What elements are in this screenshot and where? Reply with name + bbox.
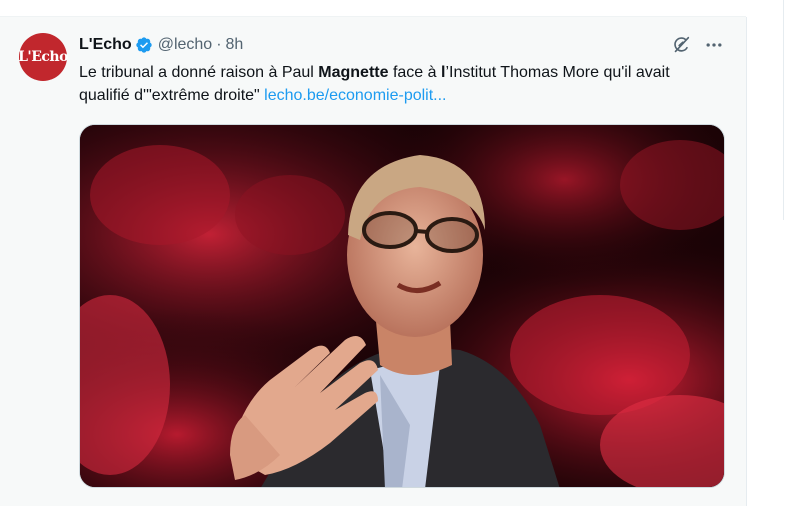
right-sidebar-edge <box>747 0 789 506</box>
tweet-text-bold1: Magnette <box>318 64 389 81</box>
display-name[interactable]: L'Echo <box>79 36 132 54</box>
tweet-text-part1: Le tribunal a donné raison à Paul <box>79 64 319 81</box>
avatar[interactable]: L'Echo <box>18 33 68 81</box>
article-link[interactable]: lecho.be/economie-polit... <box>264 87 446 104</box>
speaker-photo <box>80 125 724 487</box>
grok-icon[interactable] <box>669 33 693 57</box>
timestamp[interactable]: 8h <box>226 36 244 54</box>
avatar-logo-text: L'Echo <box>18 49 68 65</box>
scrollbar-track[interactable] <box>783 0 788 220</box>
handle[interactable]: @lecho <box>158 36 213 54</box>
more-icon[interactable] <box>702 33 726 57</box>
previous-tweet-edge <box>0 0 746 17</box>
tweet-header: L'Echo @lecho · 8h <box>79 34 243 56</box>
separator-dot: · <box>216 36 222 53</box>
tweet-photo[interactable] <box>79 124 725 488</box>
verified-badge-icon[interactable] <box>135 36 153 54</box>
tweet-text: Le tribunal a donné raison à Paul Magnet… <box>79 61 719 107</box>
tweet-text-part2: face à <box>388 64 441 81</box>
